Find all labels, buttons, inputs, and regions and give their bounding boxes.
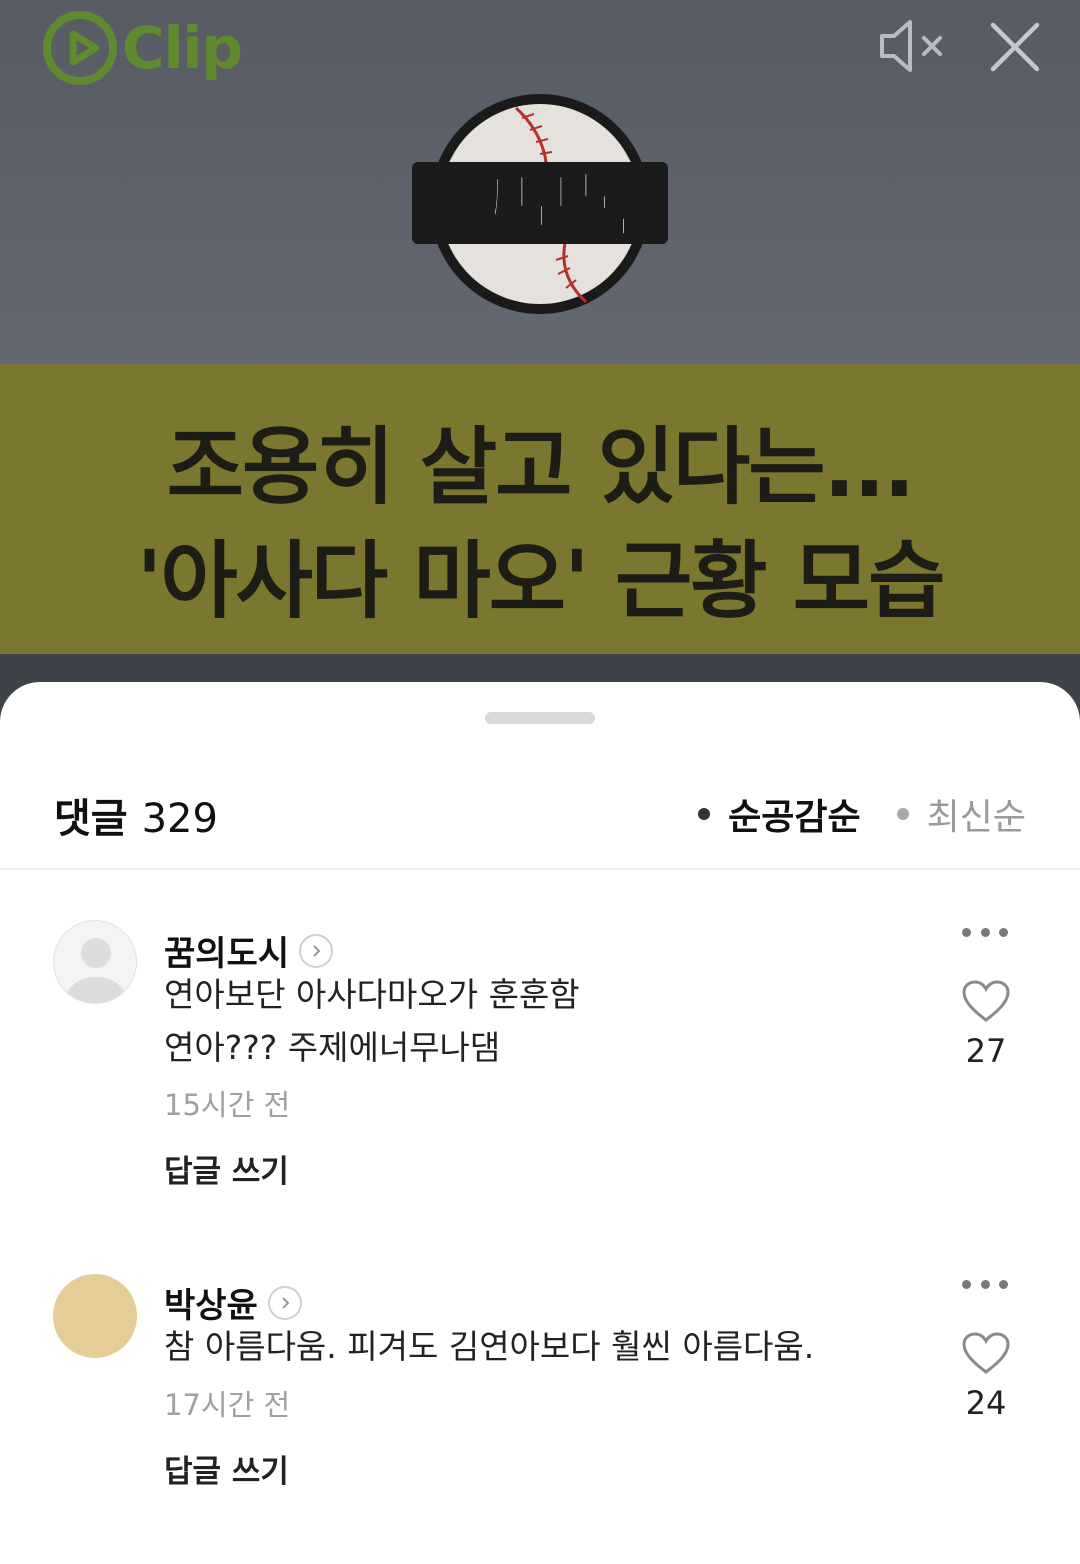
comment-line: 참 아름다움. 피겨도 김연아보다 훨씬 아름다움. (164, 1327, 815, 1366)
like-count: 27 (965, 1032, 1007, 1070)
bullet-icon (896, 808, 909, 820)
more-options-icon[interactable] (962, 1274, 1008, 1294)
team-logo-text: 크보톡 (445, 163, 635, 247)
sort-tab-popular[interactable]: 순공감순 (698, 788, 861, 840)
sort-tabs: 순공감순 최신순 (698, 788, 1026, 840)
headline-line-2: '아사다 마오' 근황 모습 (136, 532, 946, 630)
comments-count: 329 (141, 796, 218, 842)
close-icon[interactable] (988, 20, 1042, 74)
comment-text: 연아보단 아사다마오가 훈훈함 연아??? 주제에너무나댐 (164, 968, 580, 1074)
comments-title: 댓글 329 (54, 786, 218, 844)
drag-handle[interactable] (485, 712, 595, 724)
divider (0, 868, 1080, 870)
heart-icon[interactable] (960, 1330, 1012, 1376)
comment-item: 꿈의도시 연아보단 아사다마오가 훈훈함 연아??? 주제에너무나댐 15시간 … (0, 920, 1080, 1240)
headline-line-1: 조용히 살고 있다는... (166, 418, 915, 516)
chevron-right-icon[interactable] (299, 933, 334, 968)
avatar[interactable] (53, 920, 137, 1004)
comments-label: 댓글 (54, 796, 128, 842)
comment-item: 박상윤 참 아름다움. 피겨도 김연아보다 훨씬 아름다움. 17시간 전 답글… (0, 1272, 1080, 1532)
avatar[interactable] (53, 1274, 137, 1358)
reply-button[interactable]: 답글 쓰기 (164, 1446, 289, 1491)
reply-button[interactable]: 답글 쓰기 (164, 1146, 289, 1191)
default-avatar-icon (66, 938, 126, 1003)
clip-logo: Clip (40, 8, 243, 88)
comment-time: 17시간 전 (164, 1388, 291, 1422)
comment-time: 15시간 전 (164, 1088, 291, 1122)
sort-tab-latest[interactable]: 최신순 (896, 788, 1026, 840)
video-player[interactable]: Clip 크보톡 조용히 살고 있다는... '아사다 마오' 근황 모습 (0, 0, 1080, 720)
bullet-icon (698, 808, 711, 820)
sort-tab-label: 순공감순 (728, 797, 861, 838)
clip-play-icon (43, 11, 117, 85)
sort-tab-label: 최신순 (926, 797, 1026, 838)
comments-sheet: 댓글 329 순공감순 최신순 꿈의도시 연아보단 아사다마오가 훈훈함 연아?… (0, 682, 1080, 1564)
speaker-muted-icon[interactable] (876, 18, 948, 74)
like-count: 24 (965, 1384, 1007, 1422)
comment-line: 연아??? 주제에너무나댐 (164, 1028, 501, 1067)
chevron-right-icon[interactable] (267, 1285, 302, 1320)
clip-logo-text: Clip (122, 14, 243, 82)
comment-text: 참 아름다움. 피겨도 김연아보다 훨씬 아름다움. (164, 1320, 814, 1373)
comment-line: 연아보단 아사다마오가 훈훈함 (164, 975, 580, 1014)
more-options-icon[interactable] (962, 922, 1008, 942)
baseball-logo: 크보톡 (412, 94, 668, 314)
comments-header: 댓글 329 순공감순 최신순 (0, 768, 1080, 868)
headline-banner: 조용히 살고 있다는... '아사다 마오' 근황 모습 (0, 364, 1080, 654)
heart-icon[interactable] (960, 978, 1012, 1024)
